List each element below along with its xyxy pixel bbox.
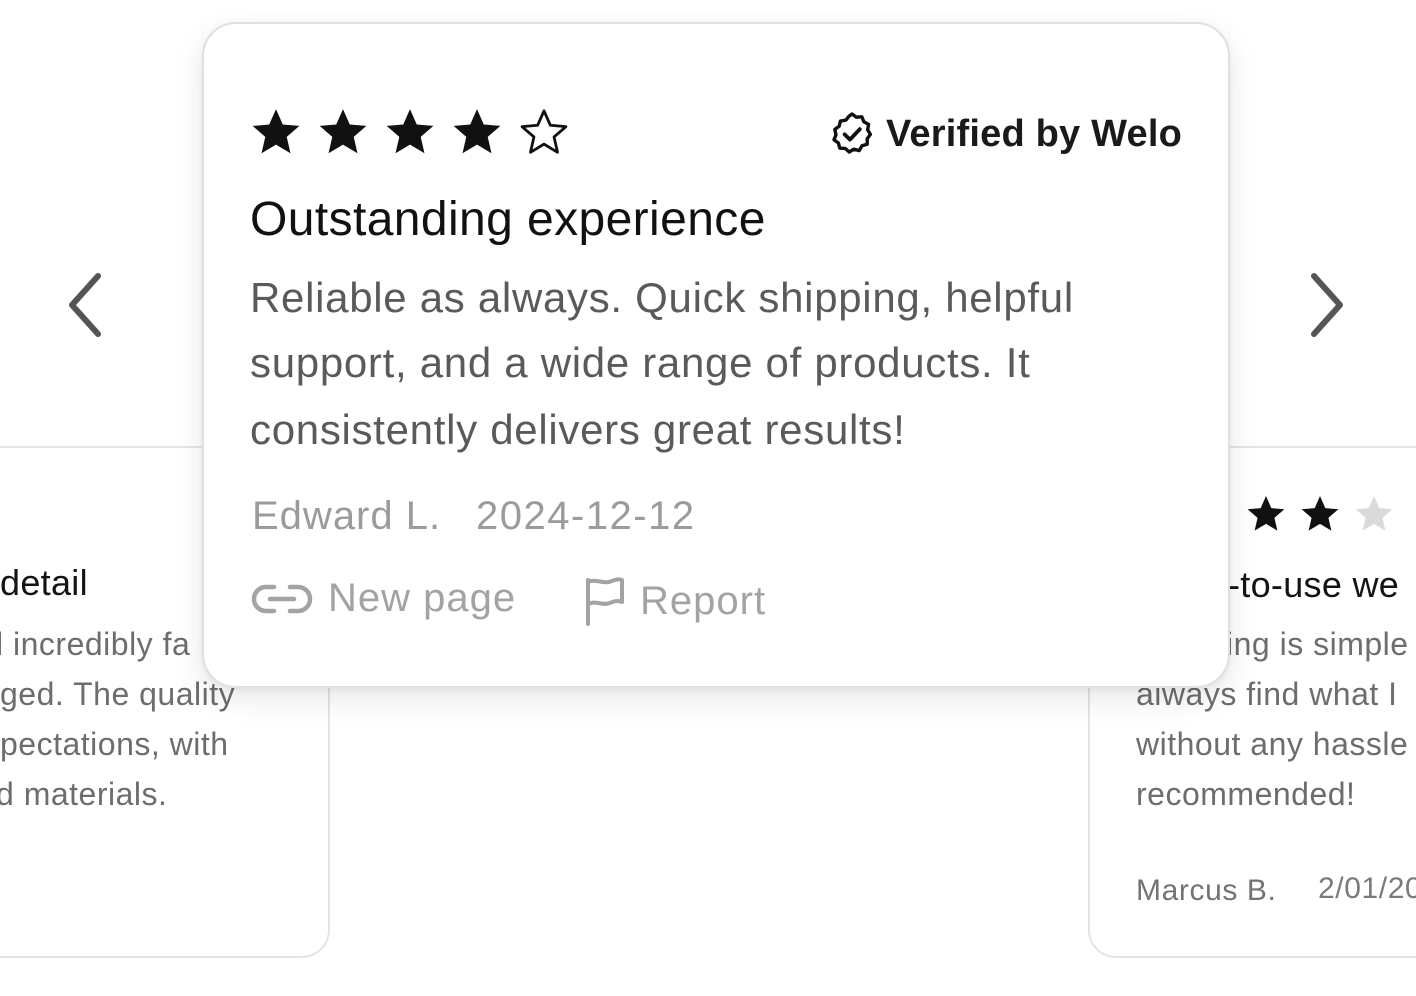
left-review-line: pectations, with [0, 726, 229, 762]
verified-badge: Verified by Welo [828, 110, 1182, 158]
new-page-label: New page [328, 576, 517, 620]
star-empty-icon [1355, 496, 1393, 531]
review-body-line: support, and a wide range of products. I… [250, 339, 1031, 386]
star-filled-icon [1247, 496, 1285, 531]
star-filled-icon [319, 109, 367, 154]
right-review-title: -to-use we [1228, 564, 1400, 605]
review-card-main[interactable]: Verified by Welo Outstanding experience … [202, 22, 1230, 688]
right-review-line: recommended! [1136, 776, 1356, 812]
badge-check-icon [832, 112, 873, 154]
right-review-line: without any hassle [1136, 726, 1409, 762]
report-label: Report [640, 578, 767, 623]
chevron-right-icon[interactable] [1308, 270, 1348, 340]
flag-icon [586, 577, 624, 626]
review-date: 2024-12-12 [476, 494, 696, 538]
left-review-line: d materials. [0, 776, 168, 812]
star-filled-icon [453, 109, 501, 154]
review-title: Outstanding experience [250, 193, 766, 246]
star-empty-icon [520, 109, 568, 154]
left-review-title: detail [0, 562, 88, 603]
right-review-author: Marcus B. [1136, 874, 1277, 907]
verified-label: Verified by Welo [885, 112, 1182, 155]
link-icon [251, 584, 313, 613]
right-review-line: ing is simple [1226, 626, 1409, 662]
left-review-line: ged. The quality [0, 676, 236, 712]
star-filled-icon [386, 109, 434, 154]
review-body-line: consistently delivers great results! [250, 406, 906, 453]
review-author: Edward L. [252, 494, 442, 538]
new-page-button[interactable]: New page [250, 576, 516, 621]
star-filled-icon [252, 109, 300, 154]
review-body-line: Reliable as always. Quick shipping, help… [250, 274, 1074, 321]
chevron-left-icon[interactable] [64, 270, 104, 340]
star-filled-icon [1301, 496, 1339, 531]
left-review-line: l incredibly fa [0, 626, 191, 662]
right-review-date: 2/01/20 [1318, 872, 1416, 905]
report-button[interactable]: Report [584, 576, 766, 626]
